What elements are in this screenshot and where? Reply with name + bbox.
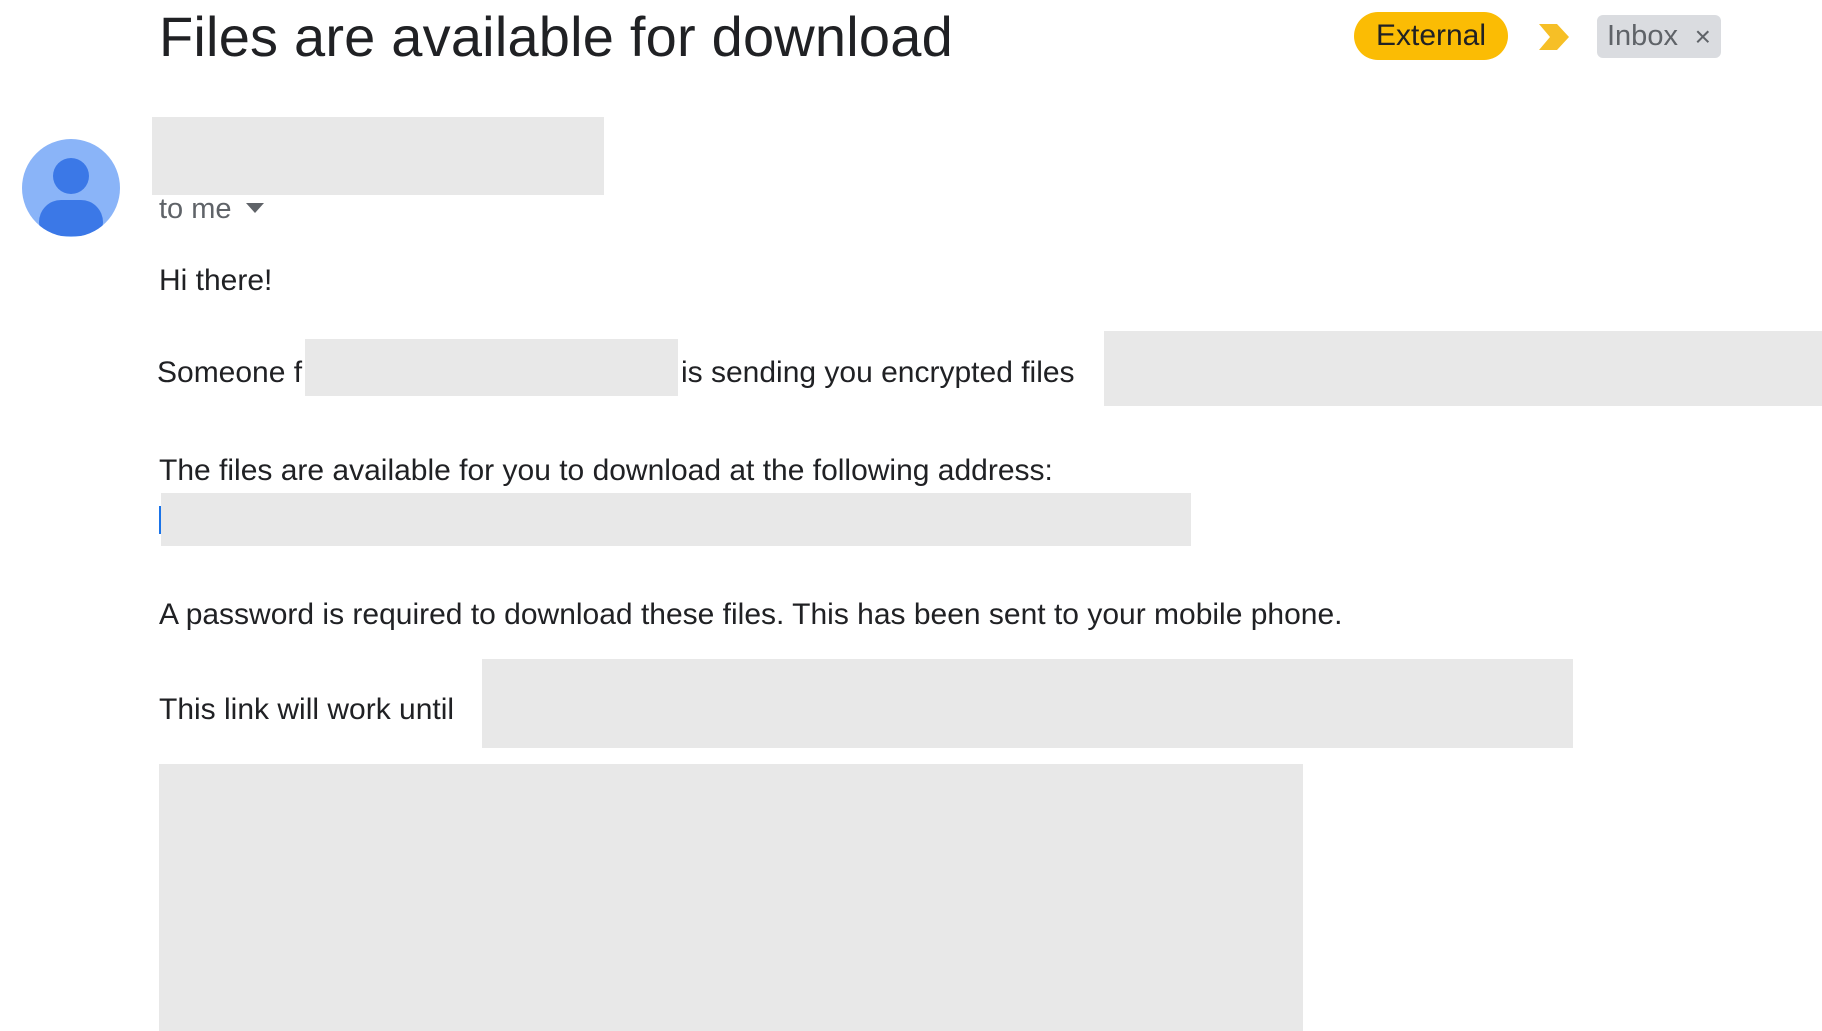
chevron-down-icon xyxy=(245,203,264,214)
close-icon[interactable]: × xyxy=(1695,15,1711,58)
redacted-file-details xyxy=(1104,331,1822,406)
sender-avatar[interactable] xyxy=(22,139,120,237)
importance-marker-icon[interactable] xyxy=(1537,22,1571,52)
link-expiry-text: This link will work until xyxy=(159,693,455,726)
recipient-details-toggle[interactable]: to me xyxy=(159,193,264,226)
password-note-text: A password is required to download these… xyxy=(159,598,1343,631)
redacted-download-address xyxy=(161,493,1191,546)
redacted-sender-org xyxy=(305,339,678,396)
address-intro-text: The files are available for you to downl… xyxy=(159,454,1053,487)
redacted-sender-name xyxy=(152,117,604,195)
redacted-expiry-date xyxy=(482,659,1573,748)
recipient-label: to me xyxy=(159,193,232,225)
external-label: External xyxy=(1354,12,1508,60)
someone-prefix-text: Someone f xyxy=(157,356,303,389)
sending-files-text: is sending you encrypted files xyxy=(681,356,1075,389)
redacted-message-footer xyxy=(159,764,1303,1031)
person-icon xyxy=(53,158,89,194)
inbox-label: Inbox × xyxy=(1597,15,1721,58)
inbox-label-text: Inbox xyxy=(1607,20,1678,52)
email-subject: Files are available for download xyxy=(159,5,953,68)
greeting-text: Hi there! xyxy=(159,264,273,297)
